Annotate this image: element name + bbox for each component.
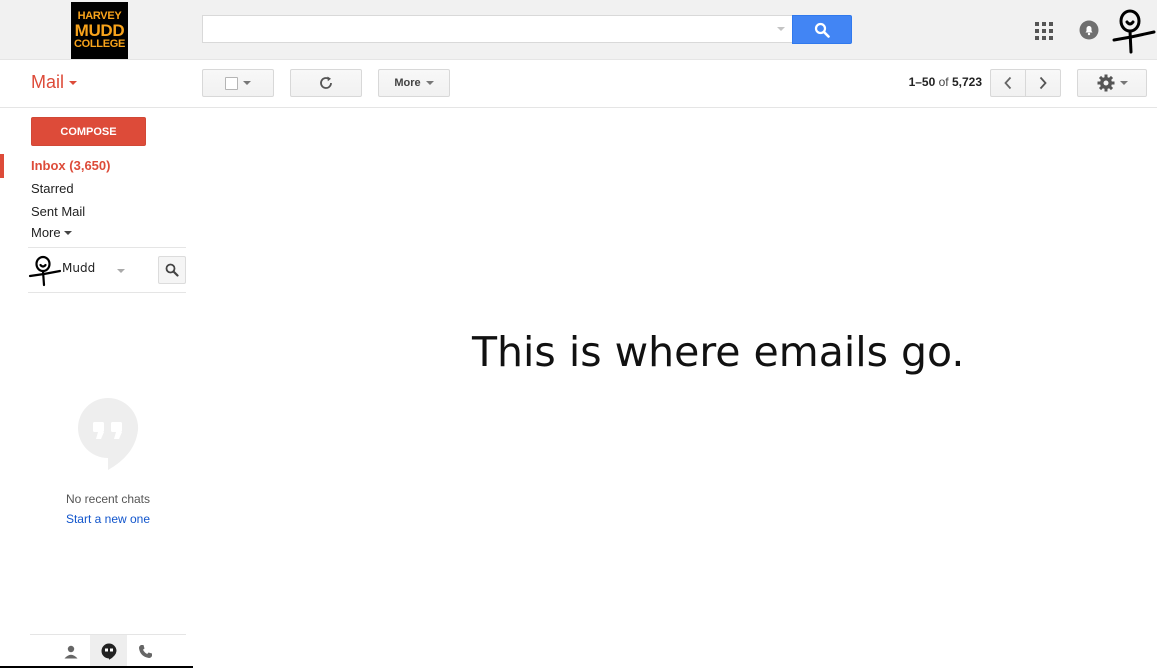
chat-avatar-icon (28, 255, 62, 287)
pagination-total: 5,723 (951, 75, 982, 89)
gear-icon (1097, 74, 1114, 92)
chevron-down-icon (63, 230, 72, 235)
chat-bottom-tabs (30, 634, 186, 669)
refresh-icon (320, 76, 332, 89)
apps-grid-icon[interactable] (1035, 22, 1053, 40)
hangouts-icon (101, 643, 116, 660)
chevron-down-icon (69, 80, 78, 85)
search-input[interactable] (203, 16, 779, 42)
sidebar-item-starred[interactable]: Starred (31, 181, 74, 196)
chevron-left-icon (1004, 76, 1012, 90)
mail-label: Mail (31, 72, 65, 92)
chevron-down-icon (243, 81, 251, 85)
chevron-down-icon (425, 81, 434, 85)
pagination-info: 1–50 of 5,723 (900, 75, 982, 89)
tab-phone[interactable] (127, 635, 164, 668)
chevron-down-icon (1119, 81, 1128, 85)
top-bar: HARVEY MUDD COLLEGE (0, 0, 1157, 60)
sidebar-item-more[interactable]: More (31, 225, 72, 240)
chevron-down-icon (117, 269, 125, 273)
notifications-bell-icon[interactable] (1079, 20, 1099, 40)
logo-line-2: MUDD (74, 21, 125, 40)
sidebar-item-inbox[interactable]: Inbox (3,650) (31, 158, 110, 173)
compose-button[interactable]: COMPOSE (31, 117, 146, 146)
search-box (202, 15, 792, 43)
hangouts-quote-icon (78, 397, 139, 470)
pagination-range: 1–50 (908, 75, 936, 89)
email-placeholder-message: This is where emails go. (472, 328, 965, 376)
mail-menu-button[interactable]: Mail (31, 72, 78, 93)
active-item-indicator (0, 154, 4, 178)
start-new-chat-link[interactable]: Start a new one (28, 512, 188, 526)
newer-page-button[interactable] (990, 69, 1026, 97)
chat-user-name: Mudd (62, 261, 96, 275)
toolbar: Mail More 1–50 of 5,723 (0, 60, 1157, 108)
tab-contacts[interactable] (52, 635, 89, 668)
search-icon (814, 22, 830, 38)
older-page-button[interactable] (1025, 69, 1061, 97)
no-recent-chats-text: No recent chats (65, 492, 151, 506)
person-icon (64, 645, 77, 658)
divider (28, 247, 186, 248)
more-actions-label: More (394, 77, 421, 89)
select-all-button[interactable] (202, 69, 274, 97)
settings-button[interactable] (1077, 69, 1147, 97)
search-icon (165, 263, 179, 277)
chat-search-button[interactable] (158, 256, 186, 284)
more-actions-button[interactable]: More (378, 69, 450, 97)
tab-hangouts[interactable] (90, 635, 127, 668)
sidebar-item-sent-mail[interactable]: Sent Mail (31, 204, 85, 219)
pagination-of: of (938, 75, 949, 89)
account-avatar-icon[interactable] (1110, 6, 1156, 56)
select-checkbox[interactable] (225, 76, 238, 90)
phone-icon (139, 645, 152, 658)
sidebar-item-more-label: More (31, 225, 61, 240)
divider (28, 292, 186, 293)
refresh-button[interactable] (290, 69, 362, 97)
logo-line-3: COLLEGE (73, 38, 126, 50)
chat-user-status[interactable]: Mudd (28, 254, 158, 288)
college-logo[interactable]: HARVEY MUDD COLLEGE (71, 2, 128, 59)
chevron-right-icon (1039, 76, 1047, 90)
search-options-caret-icon[interactable] (777, 27, 785, 31)
search-button[interactable] (792, 15, 852, 44)
